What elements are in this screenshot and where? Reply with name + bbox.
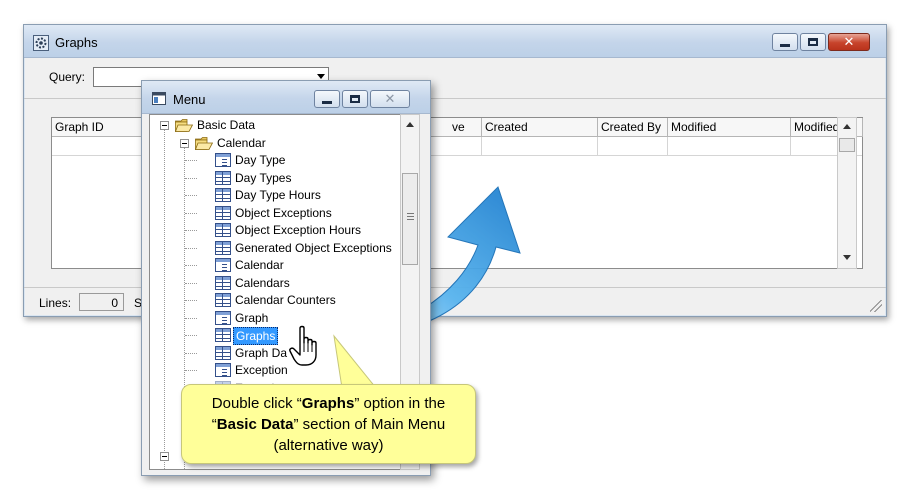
tree-item-label: Graphs xyxy=(233,327,279,345)
folder-icon xyxy=(175,119,193,132)
grid-icon xyxy=(215,345,231,360)
form-icon xyxy=(215,310,231,325)
menu-maximize-button[interactable] xyxy=(342,90,368,108)
tree-item[interactable]: Calendars xyxy=(150,275,405,292)
menu-title: Menu xyxy=(173,92,206,107)
column-header-created-by[interactable]: Created By xyxy=(598,118,668,137)
tree-item[interactable]: Calendar xyxy=(150,257,405,274)
folder-icon xyxy=(195,136,213,150)
grid-icon xyxy=(215,188,231,202)
chevron-down-icon[interactable] xyxy=(317,74,325,79)
scroll-up-icon[interactable] xyxy=(406,122,414,127)
query-label: Query: xyxy=(49,70,86,84)
scroll-thumb[interactable] xyxy=(402,173,418,265)
scroll-up-icon[interactable] xyxy=(843,124,851,129)
grid-icon xyxy=(215,275,231,290)
tree-item-label: Day Types xyxy=(235,170,292,185)
tree-item[interactable]: Graph xyxy=(150,310,405,327)
column-header-ve[interactable]: ve xyxy=(449,118,482,137)
form-icon xyxy=(215,153,231,167)
tree-item[interactable]: Day Types xyxy=(150,170,405,187)
tree-item-label: Graph xyxy=(235,310,269,325)
form-icon xyxy=(215,363,231,377)
tree-item-label: Generated Object Exceptions xyxy=(235,240,392,255)
minimize-icon xyxy=(780,43,790,47)
grid-icon xyxy=(215,170,231,185)
maximize-button[interactable] xyxy=(800,33,826,51)
instruction-callout: Double click “Graphs” option in the “Bas… xyxy=(181,384,476,464)
callout-line-3: (alternative way) xyxy=(273,437,384,454)
tree-item[interactable]: Day Type xyxy=(150,152,405,169)
tree-item-label: Object Exceptions xyxy=(235,205,332,220)
tree-item-label: Graph Da xyxy=(235,345,288,360)
tree-item[interactable]: Basic Data xyxy=(150,117,405,134)
grid-icon xyxy=(215,328,231,342)
column-header-graph-id[interactable]: Graph ID xyxy=(52,118,152,137)
window-icon xyxy=(152,92,166,105)
grid-icon xyxy=(215,293,231,307)
close-icon: ✕ xyxy=(843,34,855,49)
tree-item-label: Object Exception Hours xyxy=(235,223,362,237)
lines-count: 0 xyxy=(79,293,124,311)
tree-item-label: Calendars xyxy=(235,275,290,290)
tree-item-label: Calendar xyxy=(235,258,284,272)
tree-item-label: Day Type Hours xyxy=(235,188,321,202)
tree-item[interactable]: Generated Object Exceptions xyxy=(150,240,405,257)
tree-item-label: Basic Data xyxy=(197,118,256,132)
resize-grip[interactable] xyxy=(870,300,882,312)
tree-item[interactable]: Day Type Hours xyxy=(150,187,405,204)
minimize-button[interactable] xyxy=(772,33,798,51)
tree-item-label: Calendar Counters xyxy=(235,293,336,307)
hand-cursor-icon xyxy=(289,325,317,366)
gear-icon xyxy=(33,35,49,51)
menu-title-bar[interactable]: Menu ✕ xyxy=(142,81,430,114)
maximize-icon xyxy=(808,38,818,46)
grid-icon xyxy=(215,205,231,220)
graphs-title-bar[interactable]: Graphs ✕ xyxy=(24,25,886,58)
scroll-thumb[interactable] xyxy=(839,138,855,152)
tree-item-label: Exception xyxy=(235,363,288,377)
graphs-title: Graphs xyxy=(55,35,98,50)
column-header-created[interactable]: Created xyxy=(482,118,598,137)
grid-scrollbar[interactable] xyxy=(837,117,857,269)
tree-item-label: Calendar xyxy=(217,135,266,150)
callout-tail xyxy=(333,334,378,389)
callout-line-2: “Basic Data” section of Main Menu xyxy=(211,416,446,433)
column-header-modified[interactable]: Modified xyxy=(668,118,791,137)
tree-item-label: Day Type xyxy=(235,153,286,167)
form-icon xyxy=(215,258,231,272)
minimize-icon xyxy=(322,100,332,104)
expand-icon[interactable] xyxy=(160,452,169,461)
close-icon: ✕ xyxy=(384,91,396,106)
tree-item[interactable]: Object Exceptions xyxy=(150,205,405,222)
lines-label: Lines: xyxy=(39,296,72,310)
grid-icon xyxy=(215,223,231,237)
close-button[interactable]: ✕ xyxy=(828,33,870,51)
tree-item[interactable]: Calendar Counters xyxy=(150,292,405,309)
collapse-icon[interactable] xyxy=(180,138,189,148)
collapse-icon[interactable] xyxy=(160,121,169,130)
tree-item[interactable]: Object Exception Hours xyxy=(150,222,405,239)
menu-minimize-button[interactable] xyxy=(314,90,340,108)
callout-line-1: Double click “Graphs” option in the xyxy=(211,395,446,412)
maximize-icon xyxy=(350,95,360,103)
tree-item[interactable]: Calendar xyxy=(150,135,405,152)
grid-icon xyxy=(215,240,231,255)
menu-close-button[interactable]: ✕ xyxy=(370,90,410,108)
scroll-down-icon[interactable] xyxy=(843,255,851,260)
